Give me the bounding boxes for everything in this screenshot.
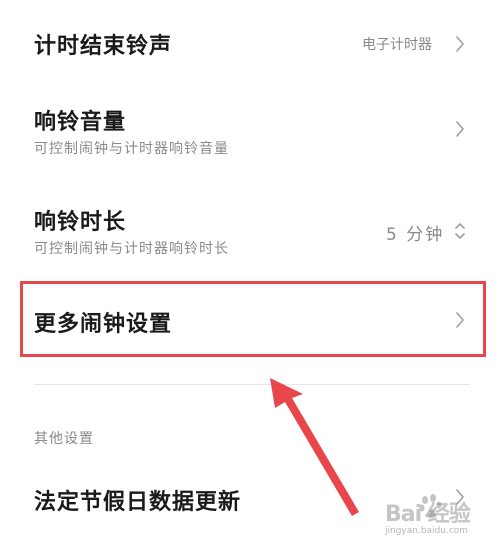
watermark-url: jingyan.baidu.com [385, 526, 469, 536]
holiday-data-update-title: 法定节假日数据更新 [34, 490, 242, 515]
ring-duration-subtitle: 可控制闹钟与计时器响铃时长 [34, 241, 229, 257]
timer-ringtone-value: 电子计时器 [362, 37, 432, 53]
watermark-text: Bai 经验 [385, 502, 471, 527]
up-down-chevron-icon [455, 223, 465, 239]
chevron-right-icon [456, 121, 464, 137]
ring-volume-row[interactable]: 响铃音量 可控制闹钟与计时器响铃音量 [0, 98, 500, 168]
ring-duration-title: 响铃时长 [34, 210, 127, 235]
timer-ringtone-row[interactable]: 计时结束铃声 电子计时器 [0, 18, 500, 73]
highlight-box [20, 281, 486, 357]
section-divider [34, 384, 470, 385]
ring-duration-value: 5 分钟 [386, 225, 445, 245]
red-arrow-annotation [270, 378, 359, 516]
ring-volume-title: 响铃音量 [34, 110, 127, 135]
timer-ringtone-title: 计时结束铃声 [34, 34, 173, 59]
baidu-watermark: Bai 经验 jingyan.baidu.com [385, 490, 495, 545]
other-settings-header: 其他设置 [34, 431, 94, 447]
ring-duration-row[interactable]: 响铃时长 可控制闹钟与计时器响铃时长 5 分钟 [0, 198, 500, 268]
clock-settings-screen: 计时结束铃声 电子计时器 响铃音量 可控制闹钟与计时器响铃音量 响铃时长 可控制… [0, 0, 500, 549]
chevron-right-icon [456, 36, 464, 52]
ring-volume-subtitle: 可控制闹钟与计时器响铃音量 [34, 141, 229, 157]
